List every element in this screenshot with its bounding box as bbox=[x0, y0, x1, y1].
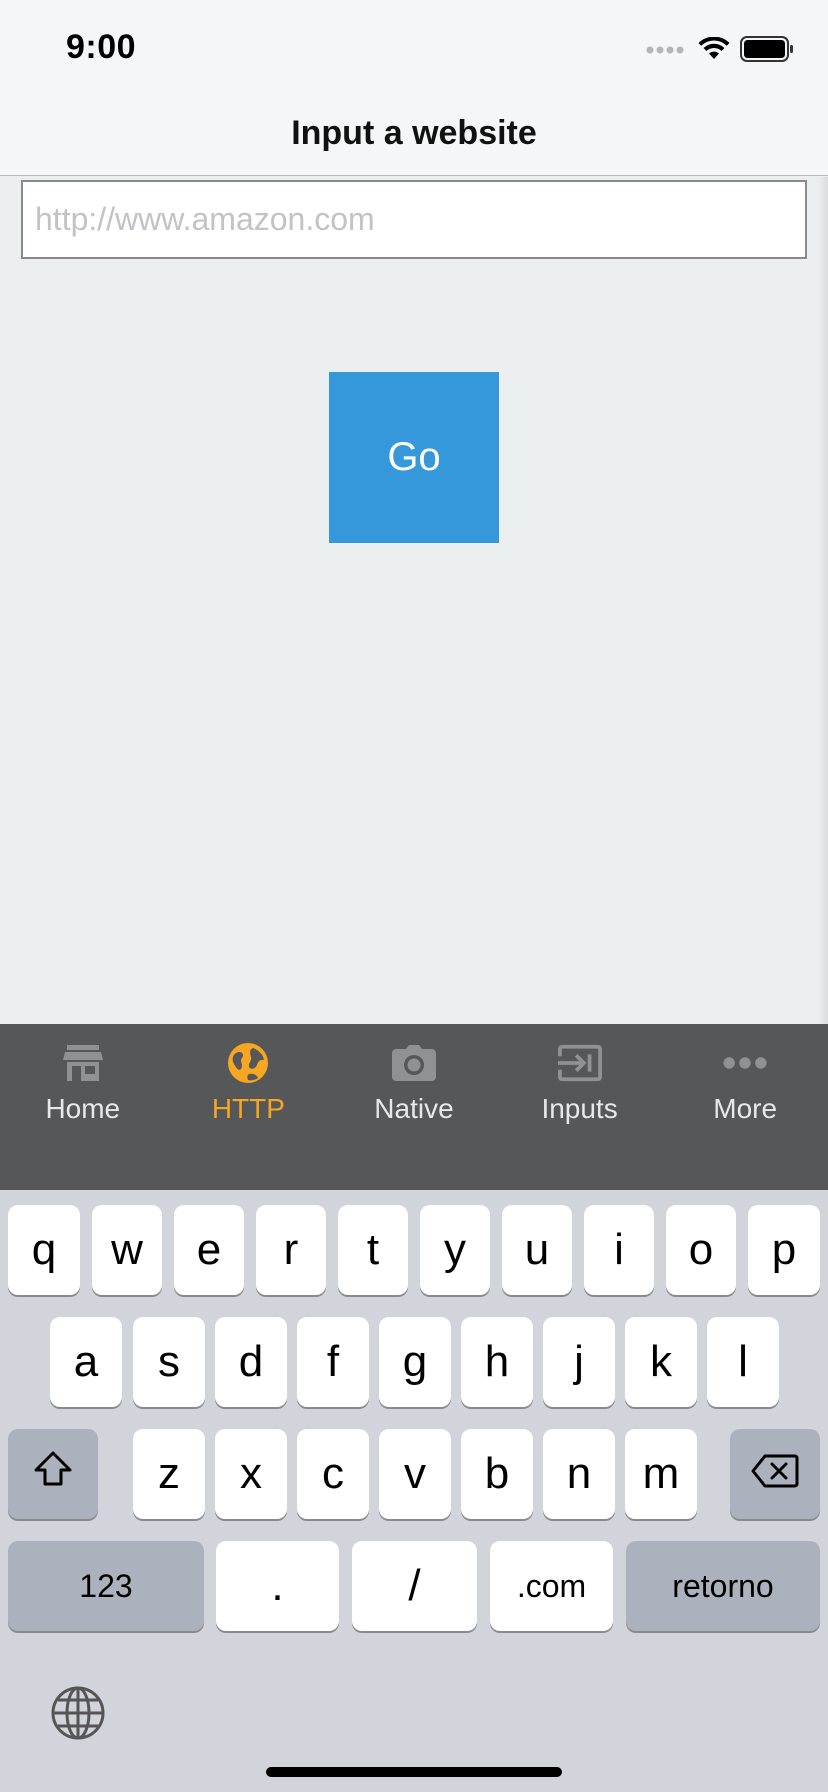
return-key[interactable]: retorno bbox=[626, 1541, 820, 1631]
key-m[interactable]: m bbox=[625, 1429, 697, 1519]
more-icon bbox=[723, 1041, 767, 1085]
key-p[interactable]: p bbox=[748, 1205, 820, 1295]
key-d[interactable]: d bbox=[215, 1317, 287, 1407]
globe-icon[interactable] bbox=[50, 1685, 106, 1741]
key-r[interactable]: r bbox=[256, 1205, 326, 1295]
key-h[interactable]: h bbox=[461, 1317, 533, 1407]
key-x[interactable]: x bbox=[215, 1429, 287, 1519]
globe-icon bbox=[226, 1041, 270, 1085]
key-f[interactable]: f bbox=[297, 1317, 369, 1407]
key-s[interactable]: s bbox=[133, 1317, 205, 1407]
key-c[interactable]: c bbox=[297, 1429, 369, 1519]
tab-inputs[interactable]: Inputs bbox=[497, 1024, 663, 1190]
store-icon bbox=[61, 1041, 105, 1085]
tab-label: Home bbox=[45, 1093, 121, 1124]
tab-label: More bbox=[713, 1093, 778, 1124]
input-icon bbox=[557, 1041, 602, 1085]
key-k[interactable]: k bbox=[625, 1317, 697, 1407]
keyboard: q w e r t y u i o p a s d f g h j k l z … bbox=[0, 1190, 828, 1792]
go-button[interactable]: Go bbox=[329, 372, 499, 543]
key-b[interactable]: b bbox=[461, 1429, 533, 1519]
camera-icon bbox=[391, 1041, 436, 1085]
key-u[interactable]: u bbox=[502, 1205, 572, 1295]
signal-icon bbox=[646, 43, 686, 61]
tab-bar: Home HTTP Native Inputs More bbox=[0, 1024, 828, 1190]
tab-native[interactable]: Native bbox=[331, 1024, 497, 1190]
slash-key[interactable]: / bbox=[352, 1541, 477, 1631]
shift-icon bbox=[33, 1449, 73, 1499]
status-icons bbox=[646, 36, 794, 67]
status-bar: 9:00 bbox=[0, 0, 828, 96]
key-g[interactable]: g bbox=[379, 1317, 451, 1407]
tab-label: Native bbox=[374, 1093, 454, 1124]
status-time: 9:00 bbox=[66, 28, 137, 66]
tab-more[interactable]: More bbox=[662, 1024, 828, 1190]
wifi-icon bbox=[698, 36, 730, 66]
main-content: Go bbox=[0, 177, 828, 1024]
key-t[interactable]: t bbox=[338, 1205, 408, 1295]
url-input[interactable] bbox=[21, 180, 807, 259]
key-a[interactable]: a bbox=[50, 1317, 122, 1407]
tab-http[interactable]: HTTP bbox=[166, 1024, 332, 1190]
key-v[interactable]: v bbox=[379, 1429, 451, 1519]
numbers-key[interactable]: 123 bbox=[8, 1541, 204, 1631]
edge-shadow bbox=[818, 177, 828, 1024]
delete-icon bbox=[751, 1449, 799, 1499]
key-z[interactable]: z bbox=[133, 1429, 205, 1519]
dot-key[interactable]: . bbox=[216, 1541, 339, 1631]
key-l[interactable]: l bbox=[707, 1317, 779, 1407]
key-e[interactable]: e bbox=[174, 1205, 244, 1295]
navigation-bar: Input a website bbox=[0, 96, 828, 176]
page-title: Input a website bbox=[291, 114, 537, 152]
home-indicator bbox=[266, 1767, 562, 1777]
key-n[interactable]: n bbox=[543, 1429, 615, 1519]
key-o[interactable]: o bbox=[666, 1205, 736, 1295]
dotcom-key[interactable]: .com bbox=[490, 1541, 613, 1631]
key-j[interactable]: j bbox=[543, 1317, 615, 1407]
key-q[interactable]: q bbox=[8, 1205, 80, 1295]
battery-icon bbox=[740, 36, 794, 67]
delete-key[interactable] bbox=[730, 1429, 820, 1519]
key-y[interactable]: y bbox=[420, 1205, 490, 1295]
key-i[interactable]: i bbox=[584, 1205, 654, 1295]
tab-label: HTTP bbox=[211, 1093, 285, 1124]
tab-label: Inputs bbox=[541, 1093, 618, 1124]
shift-key[interactable] bbox=[8, 1429, 98, 1519]
tab-home[interactable]: Home bbox=[0, 1024, 166, 1190]
key-w[interactable]: w bbox=[92, 1205, 162, 1295]
